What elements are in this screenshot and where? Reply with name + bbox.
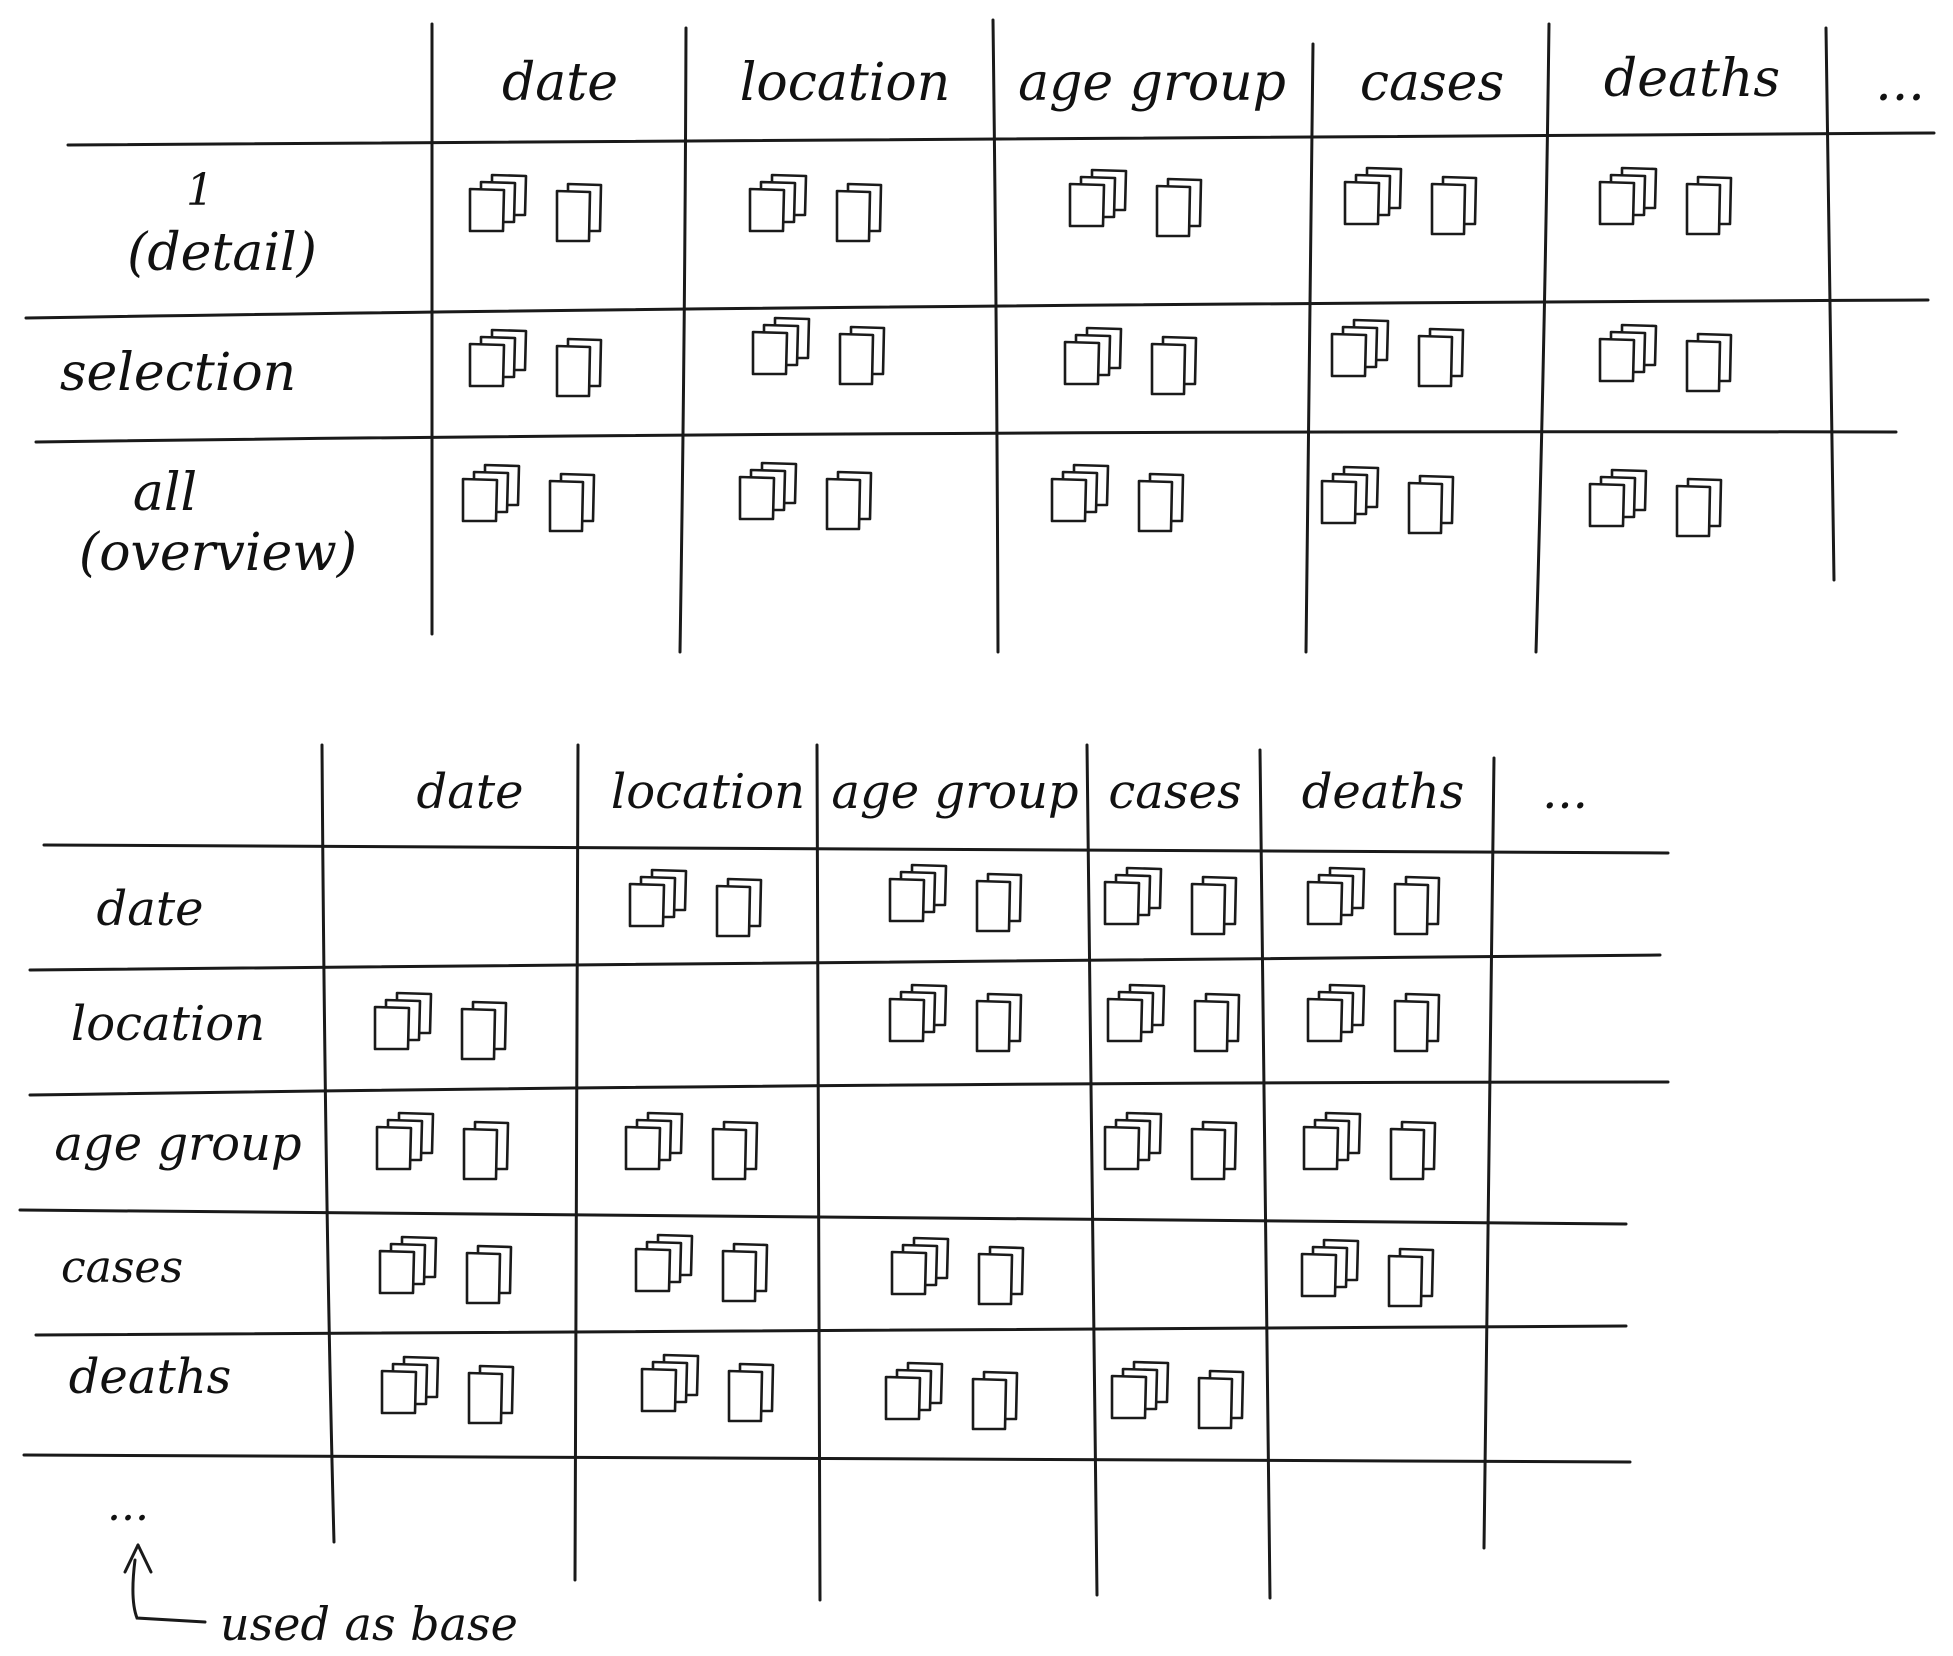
document-stack-icon xyxy=(1103,1111,1238,1181)
document-stack-icon xyxy=(628,868,763,938)
document-stack-icon xyxy=(375,1111,510,1181)
document-stack-icon xyxy=(738,461,873,531)
document-stack-icon xyxy=(890,1236,1025,1306)
bottom-col-header-deaths: deaths xyxy=(1302,764,1465,820)
document-stack-icon xyxy=(634,1233,769,1303)
bottom-col-header-more: ... xyxy=(1542,764,1588,820)
top-table-column-headers: date location age group cases deaths ... xyxy=(502,49,1925,113)
arrow-up-icon xyxy=(123,1543,207,1624)
document-stack-icon xyxy=(1103,866,1238,936)
document-stack-icon xyxy=(1306,983,1441,1053)
document-stack-icon xyxy=(1330,318,1465,388)
bottom-table-row-headers: date location age group cases deaths ... xyxy=(54,881,301,1531)
document-stack-icon xyxy=(624,1111,759,1181)
document-stack-icon xyxy=(640,1353,775,1423)
bottom-col-header-age-group: age group xyxy=(831,764,1078,820)
bottom-row-header-cases: cases xyxy=(61,1242,183,1293)
bottom-row-header-date: date xyxy=(96,881,203,937)
bottom-row-header-more: ... xyxy=(107,1480,149,1531)
document-stack-icon xyxy=(468,173,603,243)
document-stack-icon xyxy=(1598,166,1733,236)
bottom-col-header-cases: cases xyxy=(1108,764,1241,820)
top-col-header-deaths: deaths xyxy=(1604,49,1780,109)
top-col-header-cases: cases xyxy=(1360,53,1504,113)
top-row-header-selection: selection xyxy=(60,343,296,403)
bottom-col-header-location: location xyxy=(611,764,805,820)
document-stack-icon xyxy=(1063,326,1198,396)
document-stack-icon xyxy=(461,463,596,533)
top-row-header-detail-number: 1 xyxy=(186,165,214,216)
document-stack-icon xyxy=(751,316,886,386)
document-stack-icon xyxy=(1068,168,1203,238)
top-col-header-more: ... xyxy=(1875,53,1925,113)
bottom-table-column-headers: date location age group cases deaths ... xyxy=(416,764,1587,820)
top-row-header-all: all xyxy=(133,463,197,523)
document-stack-icon xyxy=(1300,1238,1435,1308)
annotation-text: used as base xyxy=(220,1597,518,1651)
document-stack-icon xyxy=(1302,1111,1437,1181)
document-stack-icon xyxy=(1106,983,1241,1053)
top-col-header-age-group: age group xyxy=(1018,53,1286,113)
document-stack-icon xyxy=(884,1361,1019,1431)
bottom-table-cells xyxy=(373,863,1441,1431)
top-table-row-headers: 1 (detail) selection all (overview) xyxy=(60,165,357,583)
document-stack-icon xyxy=(1110,1360,1245,1430)
bottom-row-header-age-group: age group xyxy=(54,1116,301,1172)
document-stack-icon xyxy=(1343,166,1478,236)
document-stack-icon xyxy=(888,983,1023,1053)
document-stack-icon xyxy=(1598,323,1733,393)
bottom-table: date location age group cases deaths ...… xyxy=(18,743,1670,1602)
used-as-base-annotation: used as base xyxy=(123,1543,518,1651)
document-stack-icon xyxy=(380,1355,515,1425)
document-stack-icon xyxy=(378,1235,513,1305)
document-stack-icon xyxy=(1588,468,1723,538)
document-stack-icon xyxy=(373,991,508,1061)
top-row-header-overview: (overview) xyxy=(79,523,357,583)
top-row-header-detail: (detail) xyxy=(127,223,317,283)
top-col-header-location: location xyxy=(740,53,950,113)
bottom-row-header-deaths: deaths xyxy=(69,1349,232,1405)
bottom-col-header-date: date xyxy=(416,764,523,820)
document-stack-icon xyxy=(468,328,603,398)
bottom-row-header-location: location xyxy=(71,996,265,1052)
sketch-canvas: date location age group cases deaths ...… xyxy=(18,18,1936,1651)
document-stack-icon xyxy=(1320,465,1455,535)
document-stack-icon xyxy=(1306,866,1441,936)
document-stack-icon xyxy=(1050,463,1185,533)
top-table: date location age group cases deaths ...… xyxy=(24,18,1936,654)
document-stack-icon xyxy=(888,863,1023,933)
top-col-header-date: date xyxy=(502,53,618,113)
document-stack-icon xyxy=(748,173,883,243)
